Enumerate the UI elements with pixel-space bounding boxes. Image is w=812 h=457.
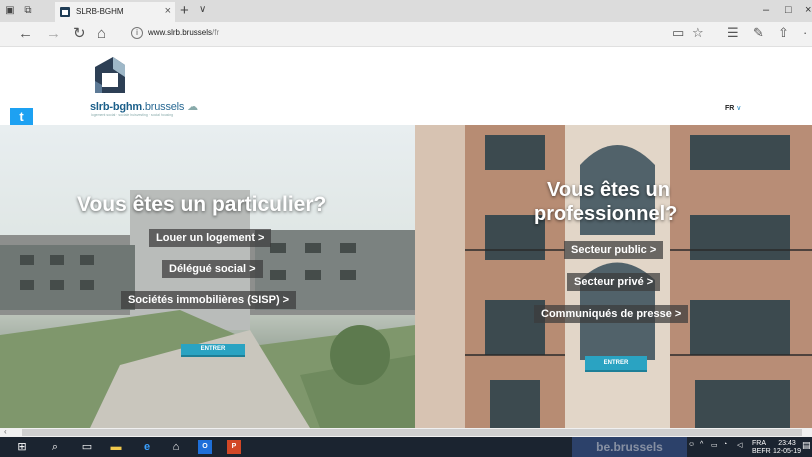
people-icon[interactable]: ☺ bbox=[688, 441, 695, 448]
logo-cloud-icon: ☁ bbox=[187, 101, 198, 113]
more-icon[interactable]: · bbox=[803, 25, 807, 40]
favorite-star-icon[interactable]: ☆ bbox=[692, 25, 704, 41]
entrer-particulier-button[interactable]: ENTRER bbox=[181, 344, 245, 357]
tab-close-button[interactable]: × bbox=[165, 5, 171, 17]
reading-view-icon[interactable]: ▭ bbox=[672, 25, 684, 41]
new-tab-button[interactable]: + bbox=[180, 2, 189, 19]
url-host: www.slrb.brussels bbox=[148, 28, 213, 37]
browser-tab-bar: ▣ ⧉ SLRB-BGHM × + ∨ – □ × bbox=[0, 0, 812, 22]
site-info-icon[interactable]: i bbox=[131, 27, 143, 39]
language-selector[interactable]: FR ∨ bbox=[725, 104, 741, 112]
tab-preview-icon[interactable]: ▣ bbox=[4, 5, 16, 16]
file-explorer-icon[interactable]: ▬ bbox=[109, 440, 123, 454]
powerpoint-icon[interactable]: P bbox=[227, 440, 241, 454]
minimize-button[interactable]: – bbox=[763, 4, 769, 16]
back-icon[interactable]: ← bbox=[18, 25, 33, 43]
clock[interactable]: 23:43 12-05-19 bbox=[773, 440, 801, 456]
search-icon[interactable]: ⌕ bbox=[48, 440, 62, 454]
refresh-icon[interactable]: ↻ bbox=[73, 25, 86, 43]
hero-professionnel-title-line2: professionnel? bbox=[534, 203, 678, 225]
societes-immobilieres-link[interactable]: Sociétés immobilières (SISP) > bbox=[121, 291, 297, 309]
scroll-left-icon[interactable]: ‹ bbox=[4, 427, 7, 436]
logo-wordmark[interactable]: slrb-bghm.brussels ☁ bbox=[90, 100, 198, 113]
close-window-button[interactable]: × bbox=[805, 4, 811, 16]
louer-logement-link[interactable]: Louer un logement > bbox=[149, 229, 272, 247]
web-note-icon[interactable]: ✎ bbox=[753, 25, 764, 41]
address-bar: ← → ↻ ⌂ i www.slrb.brussels/fr ▭ ☆ ☰ ✎ ⇧… bbox=[0, 22, 812, 47]
secteur-public-link[interactable]: Secteur public > bbox=[564, 241, 664, 259]
hero-particulier-title: Vous êtes un particulier? bbox=[77, 193, 327, 216]
tray-expand-icon[interactable]: ^ bbox=[700, 441, 703, 448]
share-icon[interactable]: ⇧ bbox=[778, 25, 789, 41]
notifications-icon[interactable]: ▤ bbox=[802, 440, 811, 451]
scrollbar-thumb[interactable] bbox=[22, 429, 802, 436]
outlook-icon[interactable]: O bbox=[198, 440, 212, 454]
logo-tagline: logement social · sociale huisvesting · … bbox=[91, 113, 174, 117]
entrer-professionnel-button[interactable]: ENTRER bbox=[585, 356, 647, 372]
edge-browser-icon[interactable]: e bbox=[140, 440, 154, 454]
house-logo-icon[interactable] bbox=[89, 55, 131, 97]
language-code: FR bbox=[725, 105, 735, 112]
site-header: slrb-bghm.brussels ☁ logement social · s… bbox=[0, 47, 812, 125]
battery-icon[interactable]: ▭ bbox=[711, 441, 718, 449]
clock-time: 23:43 bbox=[778, 440, 796, 447]
be-brussels-watermark: be.brussels bbox=[572, 437, 687, 457]
delegue-social-link[interactable]: Délégué social > bbox=[162, 260, 263, 278]
url-path: /fr bbox=[212, 28, 220, 37]
favorites-hub-icon[interactable]: ☰ bbox=[727, 25, 739, 41]
windows-start-icon[interactable]: ⊞ bbox=[15, 440, 29, 454]
chevron-down-icon: ∨ bbox=[736, 105, 742, 112]
input-language-sub: BEFR bbox=[752, 448, 771, 455]
windows-taskbar: ⊞ ⌕ ▭ ▬ e ⌂ O P be.brussels ☺ ^ ▭ ◔ ◁ FR… bbox=[0, 437, 812, 457]
communiques-presse-link[interactable]: Communiqués de presse > bbox=[534, 305, 689, 323]
maximize-button[interactable]: □ bbox=[785, 4, 792, 16]
task-view-icon[interactable]: ▭ bbox=[80, 440, 94, 454]
clock-date: 12-05-19 bbox=[773, 448, 802, 455]
logo-name-light: .brussels bbox=[141, 101, 185, 113]
wifi-icon[interactable]: ◔ bbox=[723, 441, 727, 448]
hero-professionnel[interactable]: Vous êtes un professionnel? Secteur publ… bbox=[415, 125, 812, 428]
url-input[interactable]: i www.slrb.brussels/fr bbox=[115, 25, 680, 42]
twitter-icon[interactable]: t bbox=[10, 108, 33, 126]
site-favicon-icon bbox=[60, 7, 70, 17]
forward-icon[interactable]: → bbox=[46, 25, 61, 43]
hero-particulier[interactable]: Vous êtes un particulier? Louer un logem… bbox=[0, 125, 415, 428]
secteur-prive-link[interactable]: Secteur privé > bbox=[567, 273, 661, 291]
store-icon[interactable]: ⌂ bbox=[169, 440, 183, 454]
tab-list-button[interactable]: ∨ bbox=[199, 4, 206, 15]
input-language-code: FRA bbox=[752, 440, 766, 447]
hero-professionnel-title-line1: Vous êtes un bbox=[547, 179, 670, 201]
logo-name-bold: slrb-bghm bbox=[90, 101, 142, 113]
set-tabs-aside-icon[interactable]: ⧉ bbox=[22, 5, 34, 16]
tab-title: SLRB-BGHM bbox=[76, 7, 124, 16]
horizontal-scrollbar[interactable]: ‹ bbox=[0, 427, 812, 437]
home-icon[interactable]: ⌂ bbox=[97, 25, 106, 43]
browser-tab[interactable]: SLRB-BGHM × bbox=[55, 2, 175, 22]
volume-icon[interactable]: ◁ bbox=[737, 441, 742, 449]
input-language[interactable]: FRA BEFR bbox=[752, 440, 771, 456]
